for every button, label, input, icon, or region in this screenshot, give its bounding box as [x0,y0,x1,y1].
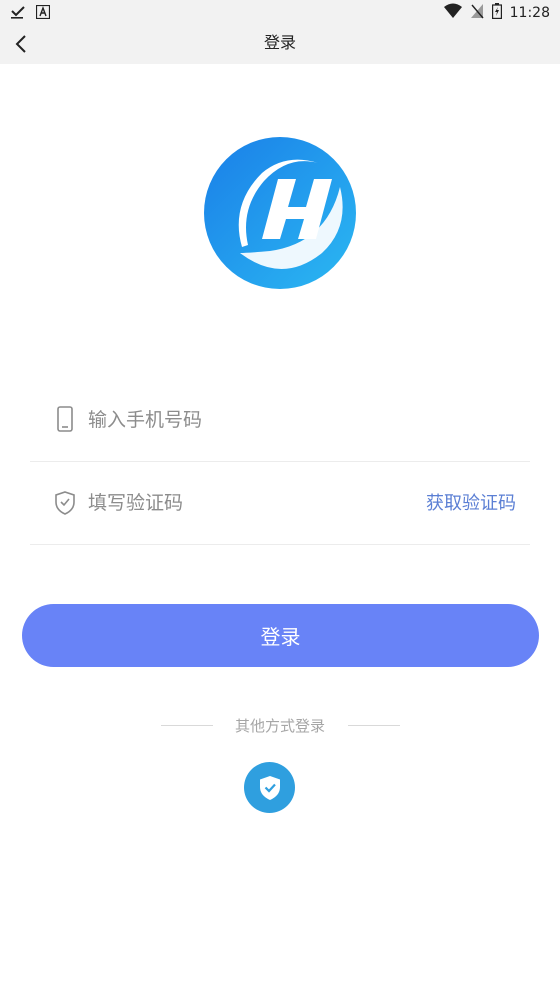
shield-icon [52,489,78,517]
status-bar: 11:28 [0,0,560,24]
page-title: 登录 [263,33,296,52]
divider-line-right [348,725,400,726]
check-icon [10,4,26,23]
phone-icon [52,406,78,434]
other-login-label: 其他方式登录 [234,717,325,735]
no-signal-icon [470,3,484,23]
code-field-row: 获取验证码 [30,463,530,545]
login-button[interactable]: 登录 [22,604,539,667]
a-app-icon [35,4,51,23]
shield-check-icon [260,776,280,800]
code-input[interactable] [88,485,388,521]
status-left-icons [10,4,51,23]
wifi-icon [443,3,462,23]
status-time: 11:28 [509,5,550,21]
phone-input[interactable] [88,402,388,438]
login-screen: 11:28 登录 输入手机号码 填写验证码 获取验证码 登录 其他方式登录 [0,0,560,998]
get-code-button[interactable]: 获取验证码 [426,492,516,516]
title-bar: 登录 [0,24,560,64]
phone-field-row [30,380,530,462]
battery-charging-icon [491,3,502,23]
other-login-divider: 其他方式登录 [0,714,560,740]
app-logo [200,135,360,291]
alt-login-button[interactable] [244,762,295,813]
status-right-icons: 11:28 [443,3,550,23]
